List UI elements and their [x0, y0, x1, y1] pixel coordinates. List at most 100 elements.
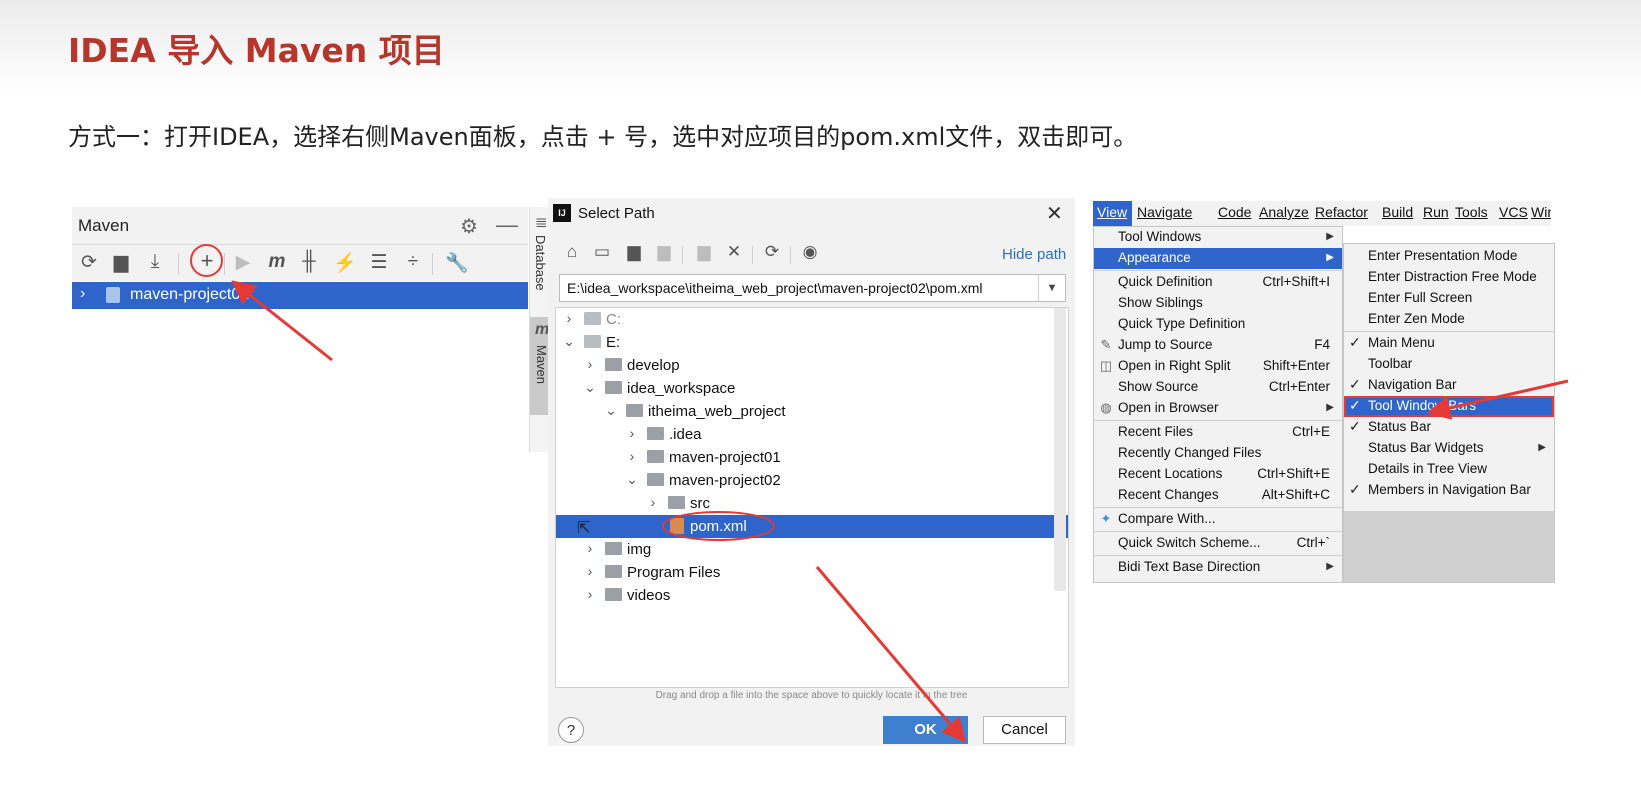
drive-icon — [584, 312, 601, 325]
tree-row[interactable]: › videos — [556, 584, 1068, 607]
chevron-right-icon[interactable]: › — [80, 285, 85, 303]
gear-icon[interactable]: ⚙ — [460, 214, 478, 239]
menu-tools[interactable]: Tools — [1455, 204, 1488, 220]
submenu-item-status-bar-widgets[interactable]: Status Bar Widgets ▶ — [1344, 438, 1554, 459]
submenu-item-zen-mode[interactable]: Enter Zen Mode — [1344, 309, 1554, 330]
submenu-item-status-bar[interactable]: ✓ Status Bar — [1344, 417, 1554, 438]
ok-button[interactable]: OK — [883, 716, 968, 744]
chevron-down-icon[interactable]: ⌄ — [562, 333, 576, 350]
menu-item-recent-files[interactable]: Recent Files Ctrl+E — [1094, 422, 1342, 443]
submenu-item-main-menu[interactable]: ✓ Main Menu — [1344, 333, 1554, 354]
menu-item-quick-switch-scheme[interactable]: Quick Switch Scheme... Ctrl+` — [1094, 533, 1342, 554]
help-button[interactable]: ? — [558, 717, 584, 743]
database-icon[interactable]: ≣ — [535, 213, 548, 231]
m-icon[interactable]: m — [264, 251, 290, 273]
menu-item-quick-type-definition[interactable]: Quick Type Definition — [1094, 314, 1342, 335]
run-icon[interactable]: ▶ — [230, 251, 256, 274]
menu-item-recent-locations[interactable]: Recent Locations Ctrl+Shift+E — [1094, 464, 1342, 485]
menu-item-compare-with[interactable]: ✦ Compare With... — [1094, 509, 1342, 530]
menu-analyze[interactable]: Analyze — [1259, 204, 1309, 220]
skip-tests-icon[interactable]: ╫ — [296, 251, 322, 273]
database-tab[interactable]: Database — [533, 235, 548, 291]
menu-item-show-source[interactable]: Show Source Ctrl+Enter — [1094, 377, 1342, 398]
tree-row[interactable]: › C: — [556, 308, 1068, 331]
menu-item-tool-windows[interactable]: Tool Windows ▶ — [1094, 227, 1342, 248]
module-folder-icon[interactable]: ▆ — [652, 242, 676, 262]
add-folder-icon[interactable]: ▆ — [108, 251, 134, 274]
collapse-all-icon[interactable]: ÷ — [400, 251, 426, 273]
submenu-item-members-in-navigation-bar[interactable]: ✓ Members in Navigation Bar — [1344, 480, 1554, 501]
submenu-item-navigation-bar[interactable]: ✓ Navigation Bar — [1344, 375, 1554, 396]
tree-row[interactable]: ⌄ idea_workspace — [556, 377, 1068, 400]
menu-item-open-in-right-split[interactable]: ◫ Open in Right Split Shift+Enter — [1094, 356, 1342, 377]
maven-project-row[interactable]: › maven-project01 — [72, 282, 528, 309]
menu-window[interactable]: Win — [1531, 204, 1551, 220]
tree-row[interactable]: › src — [556, 492, 1068, 515]
tree-scrollbar[interactable] — [1054, 308, 1066, 591]
chevron-right-icon[interactable]: › — [583, 586, 597, 602]
path-input[interactable]: E:\idea_workspace\itheima_web_project\ma… — [559, 274, 1066, 302]
tree-row[interactable]: › develop — [556, 354, 1068, 377]
chevron-right-icon[interactable]: › — [625, 425, 639, 441]
tree-row-selected[interactable]: pom.xml — [556, 511, 1068, 541]
tree-row[interactable]: › img — [556, 538, 1068, 561]
menu-build[interactable]: Build — [1382, 204, 1413, 220]
close-icon[interactable]: ✕ — [1046, 201, 1063, 226]
reload-icon[interactable]: ⟳ — [76, 251, 102, 274]
chevron-right-icon[interactable]: › — [562, 310, 576, 326]
tree-row[interactable]: › maven-project01 — [556, 446, 1068, 469]
menu-view[interactable]: View — [1097, 204, 1127, 220]
chevron-down-icon[interactable]: ⌄ — [604, 402, 618, 419]
tree-row[interactable]: ⌄ E: — [556, 331, 1068, 354]
desktop-icon[interactable]: ▭ — [590, 242, 614, 262]
menu-item-bidi-text-base-direction[interactable]: Bidi Text Base Direction ▶ — [1094, 557, 1342, 578]
project-folder-icon[interactable]: ▆ — [622, 242, 646, 262]
tree-row[interactable]: › .idea — [556, 423, 1068, 446]
wrench-icon[interactable]: 🔧 — [444, 251, 470, 275]
menu-item-appearance[interactable]: Appearance ▶ — [1094, 248, 1342, 269]
chevron-right-icon[interactable]: › — [583, 356, 597, 372]
hide-path-link[interactable]: Hide path — [1002, 246, 1066, 263]
menu-item-recent-changes[interactable]: Recent Changes Alt+Shift+C — [1094, 485, 1342, 506]
menu-item-jump-to-source[interactable]: ✎ Jump to Source F4 — [1094, 335, 1342, 356]
menu-item-open-in-browser[interactable]: ◍ Open in Browser ▶ — [1094, 398, 1342, 419]
chevron-right-icon[interactable]: › — [583, 540, 597, 556]
minimize-icon[interactable]: — — [496, 212, 518, 238]
menu-vcs[interactable]: VCS — [1499, 204, 1528, 220]
submenu-item-full-screen[interactable]: Enter Full Screen — [1344, 288, 1554, 309]
download-icon[interactable]: ⤓ — [142, 251, 168, 273]
menu-item-show-siblings[interactable]: Show Siblings — [1094, 293, 1342, 314]
menu-refactor[interactable]: Refactor — [1315, 204, 1368, 220]
submenu-item-toolbar[interactable]: Toolbar — [1344, 354, 1554, 375]
menu-item-label: Bidi Text Base Direction — [1118, 559, 1261, 574]
menu-item-label: Appearance — [1118, 250, 1191, 265]
chevron-down-icon[interactable]: ▼ — [1038, 275, 1065, 301]
home-icon[interactable]: ⌂ — [560, 242, 584, 262]
chevron-down-icon[interactable]: ⌄ — [625, 471, 639, 488]
tree-row[interactable]: ⌄ maven-project02 — [556, 469, 1068, 492]
refresh-icon[interactable]: ⟳ — [760, 242, 784, 262]
show-hidden-icon[interactable]: ◉ — [798, 242, 822, 262]
expand-all-icon[interactable]: ☰ — [366, 251, 392, 274]
submenu-item-presentation-mode[interactable]: Enter Presentation Mode — [1344, 246, 1554, 267]
submenu-item-tool-window-bars[interactable]: ✓ Tool Window Bars — [1344, 396, 1554, 417]
chevron-right-icon[interactable]: › — [625, 448, 639, 464]
lightning-icon[interactable]: ⚡ — [332, 251, 358, 275]
view-menu: Tool Windows ▶ Appearance ▶ Quick Defini… — [1093, 226, 1343, 583]
menu-code[interactable]: Code — [1218, 204, 1251, 220]
menu-item-recently-changed-files[interactable]: Recently Changed Files — [1094, 443, 1342, 464]
menu-run[interactable]: Run — [1423, 204, 1449, 220]
delete-icon[interactable]: ✕ — [722, 242, 746, 262]
plus-icon[interactable]: + — [194, 248, 220, 274]
chevron-right-icon[interactable]: › — [583, 563, 597, 579]
menu-navigate[interactable]: Navigate — [1137, 204, 1192, 220]
tree-row[interactable]: ⌄ itheima_web_project — [556, 400, 1068, 423]
chevron-right-icon[interactable]: › — [646, 494, 660, 510]
submenu-item-distraction-free-mode[interactable]: Enter Distraction Free Mode — [1344, 267, 1554, 288]
chevron-down-icon[interactable]: ⌄ — [583, 379, 597, 396]
submenu-item-details-in-tree-view[interactable]: Details in Tree View — [1344, 459, 1554, 480]
new-folder-icon[interactable]: ▆ — [692, 242, 716, 262]
cancel-button[interactable]: Cancel — [983, 716, 1066, 744]
tree-row[interactable]: › Program Files — [556, 561, 1068, 584]
menu-item-quick-definition[interactable]: Quick Definition Ctrl+Shift+I — [1094, 272, 1342, 293]
